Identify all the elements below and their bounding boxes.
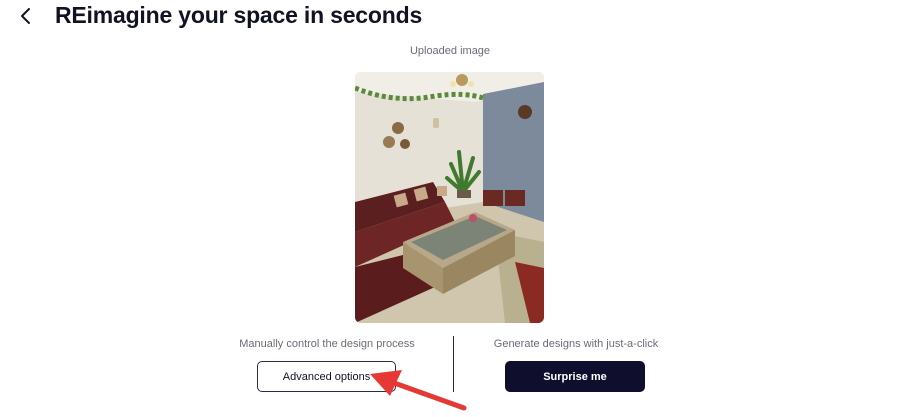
uploaded-room-image (355, 72, 544, 323)
uploaded-image-caption: Uploaded image (409, 45, 491, 57)
one-click-hint: Generate designs with just-a-click (493, 338, 659, 350)
page-title: REimagine your space in seconds (55, 2, 423, 28)
page-header: REimagine your space in seconds (0, 0, 900, 36)
chevron-left-icon (21, 8, 30, 24)
surprise-me-button[interactable]: Surprise me (505, 361, 645, 392)
red-arrow-annotation (370, 370, 467, 411)
back-button[interactable] (14, 4, 38, 28)
manual-control-hint: Manually control the design process (239, 338, 415, 350)
